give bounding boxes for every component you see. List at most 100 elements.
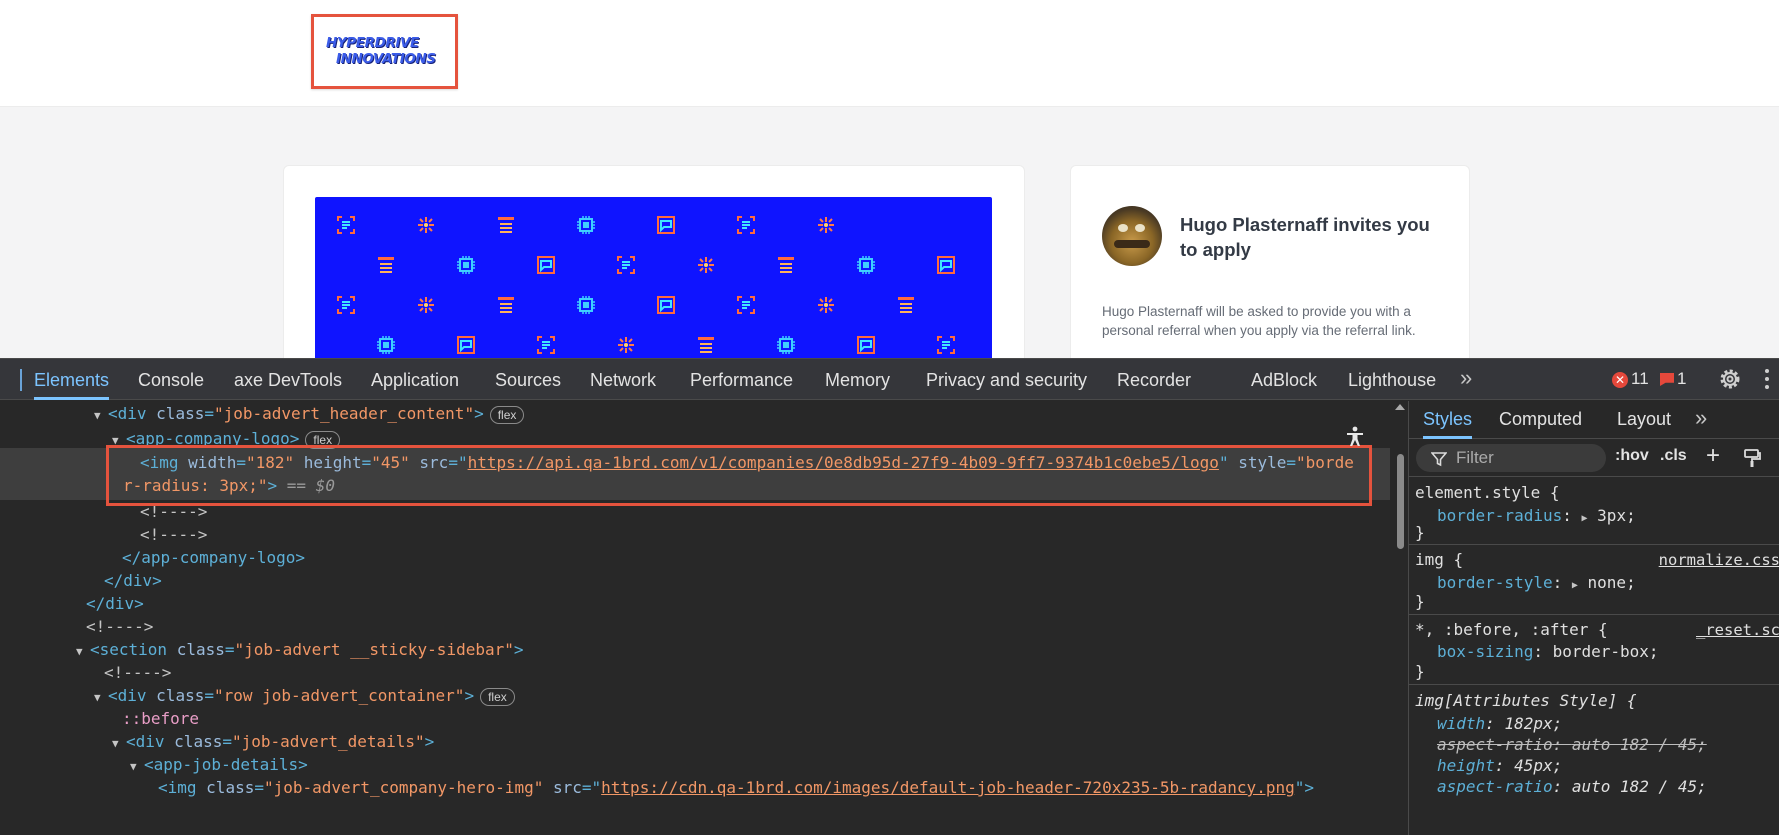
prop-value: border-box;: [1552, 642, 1659, 661]
tag: </div>: [86, 594, 144, 613]
list-pattern-icon: [495, 214, 517, 236]
flex-badge[interactable]: flex: [489, 405, 525, 424]
hov-toggle[interactable]: :hov: [1615, 447, 1649, 465]
tab-lighthouse[interactable]: Lighthouse: [1348, 359, 1436, 400]
tab-elements[interactable]: Elements: [34, 359, 110, 400]
prop-value: auto 182 / 45;: [1571, 777, 1707, 796]
issues-counter[interactable]: 1: [1660, 369, 1686, 389]
tab-sources[interactable]: Sources: [495, 359, 561, 400]
rule-selector: img[Attributes Style] {: [1415, 691, 1637, 710]
prop-name: aspect-ratio: [1437, 735, 1553, 754]
prop-name: width: [1437, 714, 1486, 733]
collapse-triangle-icon[interactable]: ▼: [76, 639, 90, 665]
rule-close: }: [1415, 523, 1425, 542]
rule-img[interactable]: img { normalize.css border-style: ▶ none…: [1409, 545, 1779, 615]
tab-computed[interactable]: Computed: [1499, 401, 1582, 439]
tag: <div: [108, 404, 147, 423]
avatar-eye: [1135, 224, 1145, 232]
rule-declaration[interactable]: border-radius: ▶ 3px;: [1437, 504, 1636, 527]
rule-selector: element.style {: [1415, 483, 1560, 502]
accessibility-icon[interactable]: [1344, 425, 1366, 447]
rule-declaration[interactable]: box-sizing: border-box;: [1437, 640, 1659, 663]
more-tabs-icon[interactable]: »: [1460, 365, 1472, 391]
tree-scrollbar-thumb[interactable]: [1397, 454, 1404, 549]
tab-adblock[interactable]: AdBlock: [1251, 359, 1317, 400]
attr-value: "job-advert_header_content": [213, 404, 475, 423]
spark-pattern-icon: [815, 214, 837, 236]
referrer-avatar: [1102, 206, 1162, 266]
collapse-triangle-icon[interactable]: ▼: [130, 754, 144, 780]
tree-node-hero-img[interactable]: <img class="job-advert_company-hero-img"…: [158, 775, 1314, 801]
tab-network[interactable]: Network: [590, 359, 656, 400]
prop-value: 3px;: [1597, 506, 1636, 525]
spark-pattern-icon: [615, 334, 637, 356]
tab-layout[interactable]: Layout: [1617, 401, 1671, 439]
gear-icon[interactable]: [1718, 367, 1742, 391]
chat-pattern-icon: [655, 214, 677, 236]
list-pattern-icon: [895, 294, 917, 316]
comment-text: <!---->: [104, 663, 172, 682]
tab-application[interactable]: Application: [371, 359, 459, 400]
invite-body: Hugo Plasternaff will be asked to provid…: [1102, 304, 1416, 338]
error-counter[interactable]: ✕ 11: [1612, 369, 1649, 391]
source-link[interactable]: _reset.sc: [1696, 621, 1779, 639]
scroll-up-arrow-icon[interactable]: [1395, 404, 1405, 410]
rule-universal[interactable]: *, :before, :after { _reset.sc box-sizin…: [1409, 615, 1779, 685]
attr-name: class: [174, 732, 223, 751]
rule-attributes-style[interactable]: img[Attributes Style] { width: 182px; as…: [1409, 685, 1779, 835]
tag-close: >: [474, 404, 484, 423]
chip-pattern-icon: [775, 334, 797, 356]
source-link[interactable]: normalize.css: [1659, 551, 1779, 569]
paint-brush-icon[interactable]: [1742, 448, 1762, 468]
logo-line-2: INNOVATIONS: [336, 51, 436, 67]
flex-badge[interactable]: flex: [480, 687, 515, 706]
rule-declaration[interactable]: height: 45px;: [1437, 754, 1562, 777]
pseudo-element: ::before: [122, 709, 200, 728]
logo-text: HYPERDRIVE INNOVATIONS: [326, 35, 450, 67]
drag-handle[interactable]: [20, 369, 22, 391]
site-header: HYPERDRIVE INNOVATIONS: [0, 0, 1779, 107]
styles-tabs: Styles Computed Layout »: [1409, 401, 1779, 439]
cls-toggle[interactable]: .cls: [1660, 447, 1687, 465]
tab-recorder[interactable]: Recorder: [1117, 359, 1191, 400]
rule-declaration[interactable]: aspect-ratio: auto 182 / 45;: [1437, 775, 1707, 798]
tab-performance[interactable]: Performance: [690, 359, 793, 400]
tab-privacy-security[interactable]: Privacy and security: [926, 359, 1087, 400]
issue-count: 1: [1677, 369, 1687, 388]
collapse-triangle-icon[interactable]: ▼: [112, 731, 126, 757]
logo-line-1: HYPERDRIVE: [326, 35, 419, 51]
avatar-eye: [1118, 224, 1128, 232]
elements-tree[interactable]: ▼ <div class="job-advert_header_content">…: [0, 401, 1390, 835]
add-rule-icon[interactable]: +: [1706, 442, 1720, 470]
rule-declaration[interactable]: width: 182px;: [1437, 712, 1562, 735]
kebab-menu-icon[interactable]: [1765, 369, 1771, 391]
company-logo[interactable]: HYPERDRIVE INNOVATIONS: [311, 14, 458, 89]
devtools-tab-bar: Elements Console axe DevTools Applicatio…: [0, 358, 1779, 400]
doc-pattern-icon: [335, 294, 357, 316]
doc-pattern-icon: [735, 294, 757, 316]
comment-text: <!---->: [140, 525, 208, 544]
spark-pattern-icon: [415, 214, 437, 236]
avatar-mouth: [1114, 240, 1150, 248]
tab-styles[interactable]: Styles: [1423, 401, 1473, 439]
attr-name: class: [176, 640, 225, 659]
collapse-triangle-icon[interactable]: ▼: [94, 685, 108, 711]
tree-node-div-header-content[interactable]: ▼ <div class="job-advert_header_content">…: [94, 401, 525, 429]
chip-pattern-icon: [855, 254, 877, 276]
rule-element-style[interactable]: element.style { border-radius: ▶ 3px; }: [1409, 477, 1779, 545]
doc-pattern-icon: [935, 334, 957, 356]
tab-memory[interactable]: Memory: [825, 359, 890, 400]
tab-console[interactable]: Console: [138, 359, 204, 400]
chat-pattern-icon: [655, 294, 677, 316]
chip-pattern-icon: [575, 214, 597, 236]
rule-declaration-overridden[interactable]: aspect-ratio: auto 182 / 45;: [1437, 733, 1707, 756]
styles-filter-bar: Filter :hov .cls +: [1409, 439, 1779, 477]
list-pattern-icon: [375, 254, 397, 276]
annotation-highlight-box: [106, 445, 1372, 506]
collapse-triangle-icon[interactable]: ▼: [94, 403, 108, 429]
spark-pattern-icon: [815, 294, 837, 316]
tab-axe-devtools[interactable]: axe DevTools: [234, 359, 342, 400]
rule-declaration[interactable]: border-style: ▶ none;: [1437, 571, 1636, 594]
more-tabs-icon[interactable]: »: [1695, 405, 1707, 431]
src-link[interactable]: https://cdn.qa-1brd.com/images/default-j…: [601, 778, 1295, 797]
